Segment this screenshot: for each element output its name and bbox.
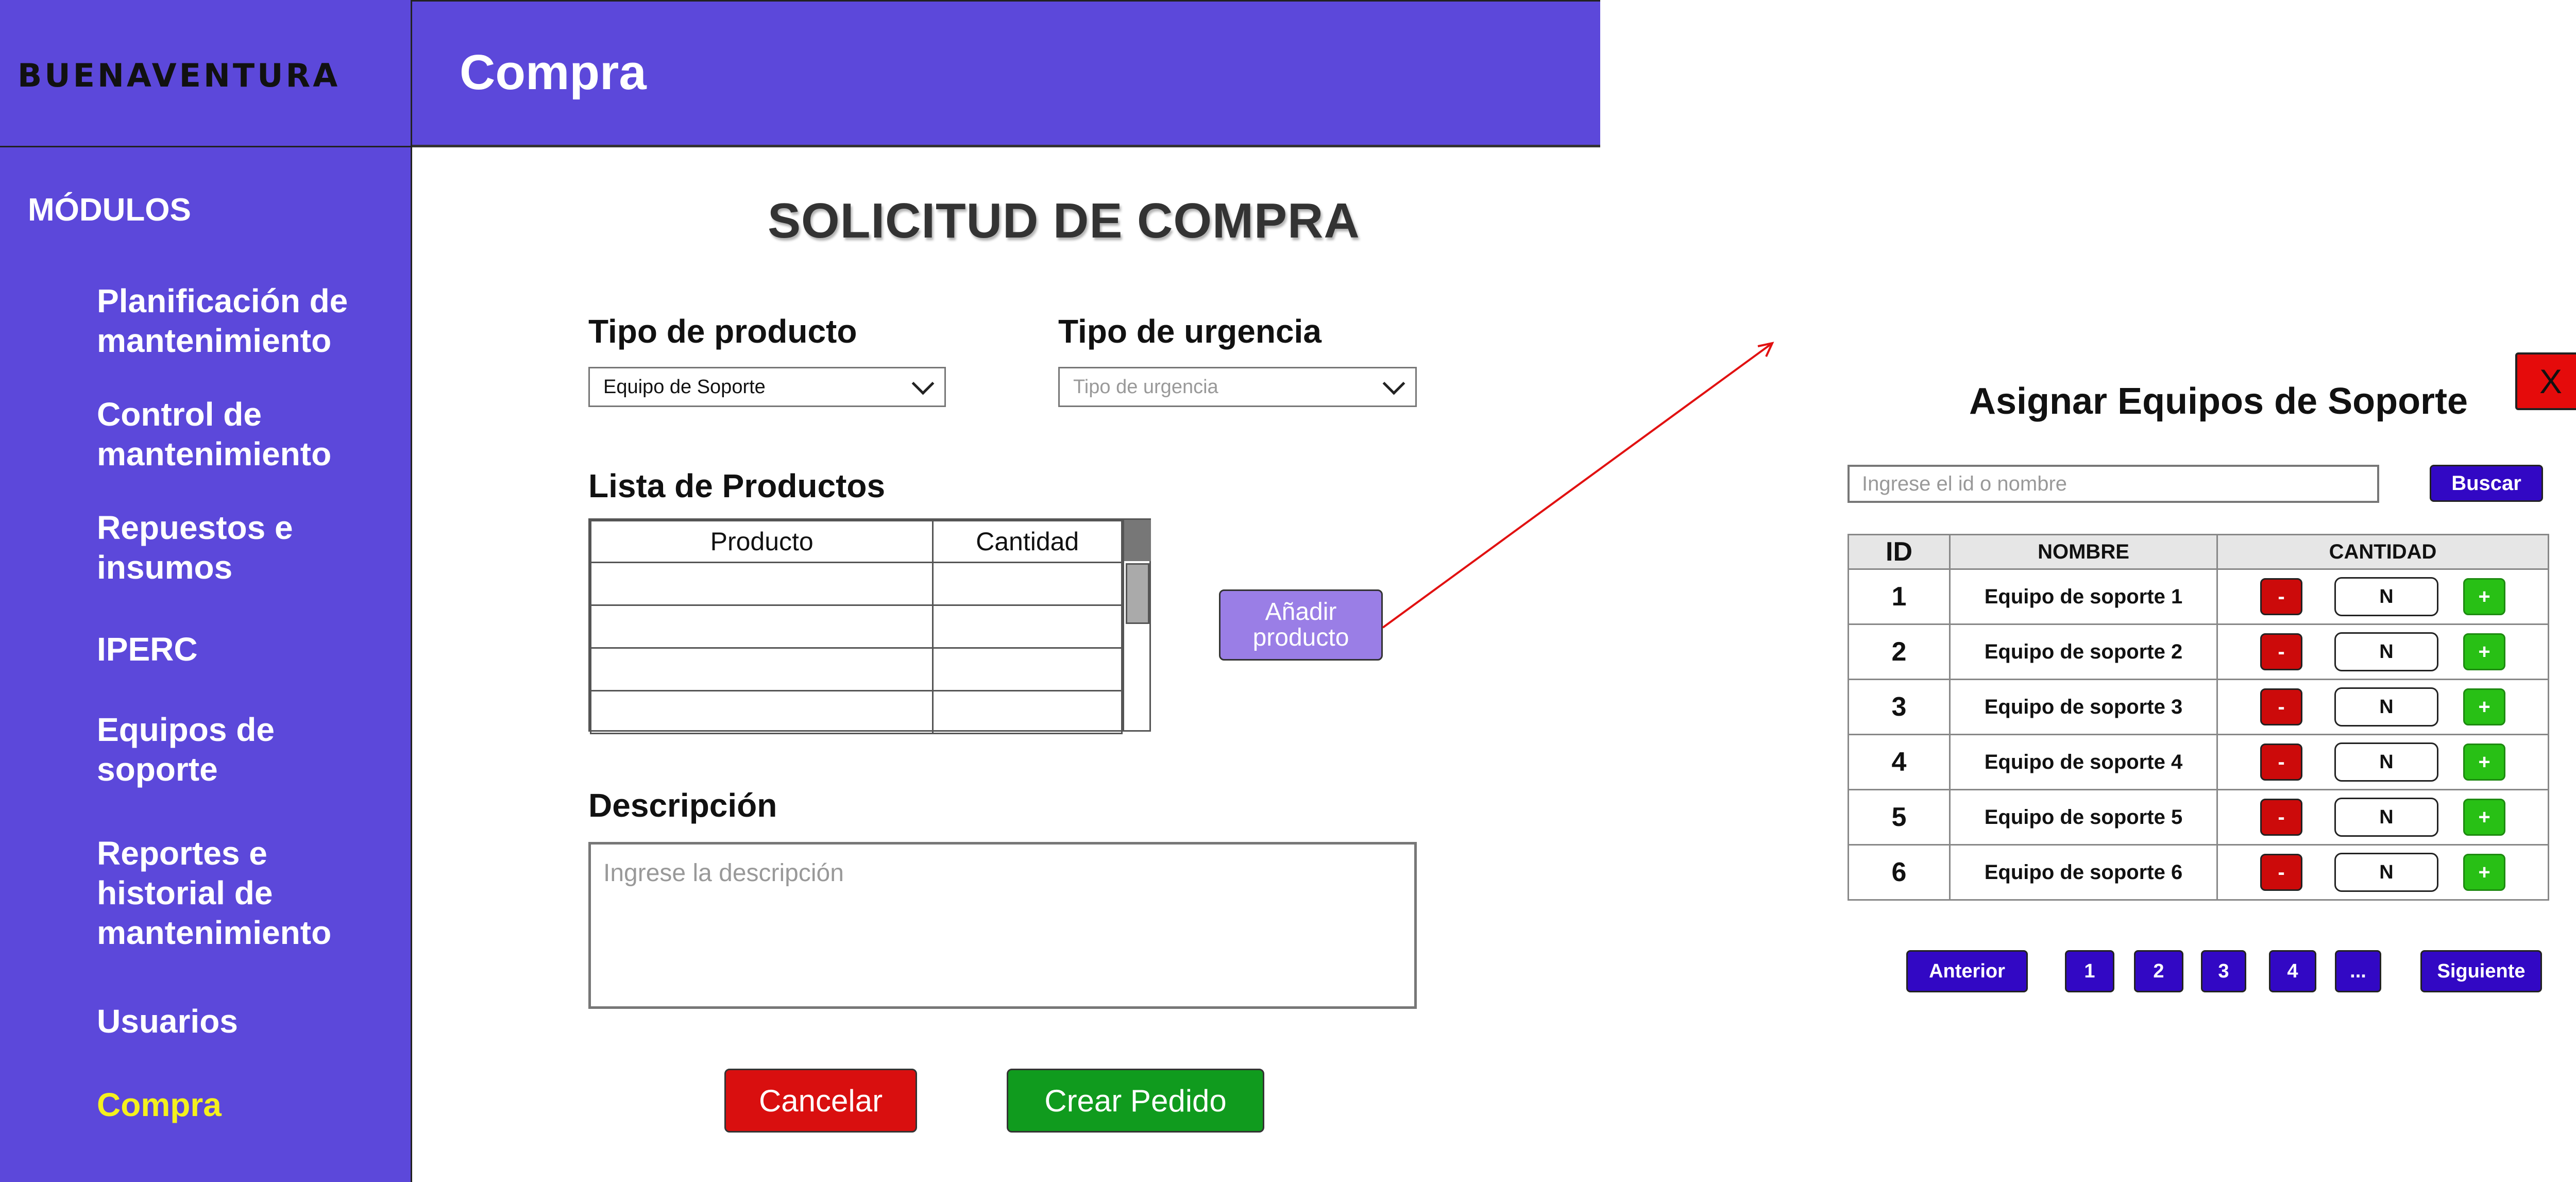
increment-button[interactable]: + <box>2463 799 2505 836</box>
logo: BUENAVENTURA <box>18 57 341 94</box>
increment-button[interactable]: + <box>2463 854 2505 891</box>
sidebar-item-equipos[interactable]: Equipos de soporte <box>97 710 401 789</box>
add-product-button[interactable]: Añadir producto <box>1219 589 1383 661</box>
search-input[interactable]: Ingrese el id o nombre <box>1848 465 2379 503</box>
row-id: 4 <box>1848 734 1951 790</box>
column-header-cantidad: CANTIDAD <box>2216 534 2549 570</box>
row-name: Equipo de soporte 1 <box>1949 568 2218 625</box>
form-title: SOLICITUD DE COMPRA <box>768 193 1360 248</box>
row-name: Equipo de soporte 6 <box>1949 844 2218 901</box>
scrollbar-thumb[interactable] <box>1126 563 1149 624</box>
decrement-button[interactable]: - <box>2260 744 2302 781</box>
close-modal-button[interactable]: X <box>2515 352 2576 410</box>
table-row[interactable] <box>589 604 1123 649</box>
product-list-table: Producto Cantidad <box>588 518 1151 734</box>
product-type-select[interactable]: Equipo de Soporte <box>588 367 946 407</box>
sidebar-item-compra[interactable]: Compra <box>97 1085 401 1125</box>
row-id: 2 <box>1848 623 1951 680</box>
row-name: Equipo de soporte 3 <box>1949 679 2218 735</box>
quantity-input[interactable]: N <box>2334 632 2438 671</box>
decrement-button[interactable]: - <box>2260 578 2302 615</box>
search-button[interactable]: Buscar <box>2430 465 2543 502</box>
quantity-input[interactable]: N <box>2334 853 2438 892</box>
increment-button[interactable]: + <box>2463 633 2505 670</box>
quantity-input[interactable]: N <box>2334 742 2438 782</box>
decrement-button[interactable]: - <box>2260 854 2302 891</box>
quantity-input[interactable]: N <box>2334 798 2438 837</box>
table-scrollbar[interactable] <box>1123 520 1151 730</box>
column-header-producto: Producto <box>589 520 934 563</box>
product-list-label: Lista de Productos <box>588 467 886 504</box>
row-id: 3 <box>1848 679 1951 735</box>
sidebar-item-iperc[interactable]: IPERC <box>97 630 401 669</box>
table-row[interactable] <box>589 562 1123 606</box>
increment-button[interactable]: + <box>2463 578 2505 615</box>
pagination-prev-button[interactable]: Anterior <box>1906 950 2028 992</box>
pagination-page-3[interactable]: 3 <box>2201 950 2246 992</box>
table-row: 4 Equipo de soporte 4 - N + <box>1848 734 2549 790</box>
modal-title: Asignar Equipos de Soporte <box>1969 381 2468 422</box>
sidebar-item-repuestos[interactable]: Repuestos e insumos <box>97 508 401 587</box>
row-id: 1 <box>1848 568 1951 625</box>
urgency-type-select[interactable]: Tipo de urgencia <box>1058 367 1417 407</box>
table-row: 5 Equipo de soporte 5 - N + <box>1848 789 2549 846</box>
column-header-nombre: NOMBRE <box>1949 534 2218 570</box>
decrement-button[interactable]: - <box>2260 799 2302 836</box>
row-name: Equipo de soporte 4 <box>1949 734 2218 790</box>
column-header-id: ID <box>1848 534 1951 570</box>
connector-line <box>1382 342 1773 629</box>
row-id: 6 <box>1848 844 1951 901</box>
decrement-button[interactable]: - <box>2260 688 2302 725</box>
scrollbar-cap <box>1124 520 1151 561</box>
table-row: 6 Equipo de soporte 6 - N + <box>1848 844 2549 901</box>
row-name: Equipo de soporte 5 <box>1949 789 2218 846</box>
decrement-button[interactable]: - <box>2260 633 2302 670</box>
row-id: 5 <box>1848 789 1951 846</box>
pagination-ellipsis[interactable]: ... <box>2335 950 2381 992</box>
sidebar-item-control[interactable]: Control de mantenimiento <box>97 395 401 474</box>
table-row: 2 Equipo de soporte 2 - N + <box>1848 623 2549 680</box>
page-title: Compra <box>460 45 647 100</box>
chevron-down-icon <box>1382 372 1405 395</box>
pagination-page-1[interactable]: 1 <box>2065 950 2114 992</box>
arrow-head-icon <box>1757 342 1774 357</box>
pagination-next-button[interactable]: Siguiente <box>2420 950 2542 992</box>
create-order-button[interactable]: Crear Pedido <box>1007 1069 1264 1133</box>
pagination-page-2[interactable]: 2 <box>2134 950 2183 992</box>
sidebar-item-usuarios[interactable]: Usuarios <box>97 1002 401 1041</box>
quantity-input[interactable]: N <box>2334 687 2438 727</box>
table-row[interactable] <box>589 647 1123 691</box>
chevron-down-icon <box>911 372 935 395</box>
pagination-page-4[interactable]: 4 <box>2269 950 2316 992</box>
increment-button[interactable]: + <box>2463 688 2505 725</box>
sidebar-item-reportes[interactable]: Reportes e historial de mantenimiento <box>97 834 401 953</box>
description-textarea[interactable]: Ingrese la descripción <box>588 842 1417 1009</box>
table-row: 3 Equipo de soporte 3 - N + <box>1848 679 2549 735</box>
table-row: 1 Equipo de soporte 1 - N + <box>1848 568 2549 625</box>
product-type-value: Equipo de Soporte <box>603 376 766 398</box>
urgency-type-placeholder: Tipo de urgencia <box>1073 376 1218 398</box>
table-row[interactable] <box>589 690 1123 734</box>
product-type-label: Tipo de producto <box>588 313 857 350</box>
equipment-table: ID NOMBRE CANTIDAD 1 Equipo de soporte 1… <box>1848 534 2549 901</box>
sidebar-item-planificacion[interactable]: Planificación de mantenimiento <box>97 281 401 361</box>
increment-button[interactable]: + <box>2463 744 2505 781</box>
column-header-cantidad: Cantidad <box>932 520 1123 563</box>
row-name: Equipo de soporte 2 <box>1949 623 2218 680</box>
cancel-button[interactable]: Cancelar <box>724 1069 917 1133</box>
logo-area: BUENAVENTURA <box>0 0 412 147</box>
urgency-type-label: Tipo de urgencia <box>1058 313 1321 350</box>
description-label: Descripción <box>588 787 777 824</box>
modules-title: MÓDULOS <box>28 192 191 228</box>
quantity-input[interactable]: N <box>2334 577 2438 616</box>
